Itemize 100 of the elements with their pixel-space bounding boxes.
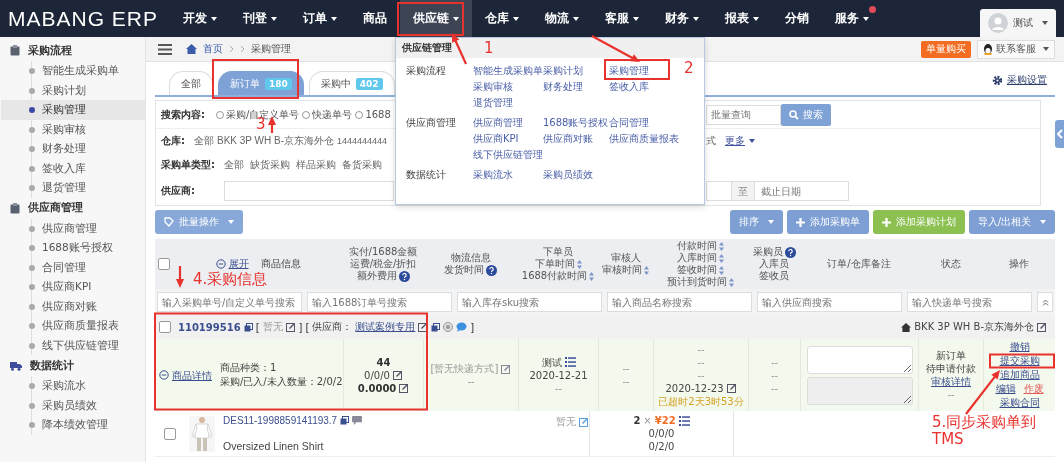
list-icon[interactable] <box>678 415 690 426</box>
checkbox[interactable] <box>159 321 171 333</box>
tab[interactable]: 采购中 402 <box>308 71 395 95</box>
column-search-field[interactable]: 输入1688订单号搜索 <box>307 292 452 312</box>
nav-item[interactable]: 开发 <box>170 0 230 37</box>
menu-link[interactable]: 财务处理 <box>543 79 583 94</box>
filter-option[interactable]: 全部 <box>224 158 244 172</box>
nav-item[interactable]: 客服 <box>592 0 652 37</box>
edit-icon[interactable] <box>418 322 429 332</box>
chat-icon[interactable] <box>352 416 363 425</box>
sidebar-group[interactable]: 供应商管理 <box>0 197 145 219</box>
chat-icon[interactable] <box>456 322 468 332</box>
filter-option[interactable]: 式 <box>706 134 716 148</box>
expand-link[interactable]: 展开 <box>215 257 249 271</box>
sort-icon[interactable] <box>729 277 734 287</box>
column-search-field[interactable]: 输入库存sku搜索 <box>457 292 602 312</box>
collapse-button[interactable] <box>1037 292 1053 312</box>
menu-link[interactable]: 签收入库 <box>609 79 649 94</box>
nav-item[interactable]: 刊登 <box>230 0 290 37</box>
sidebar-item[interactable]: 退货管理 <box>1 178 145 198</box>
sidebar-item[interactable]: 智能生成采购单 <box>1 61 145 81</box>
action-link[interactable]: 追加商品 <box>984 368 1055 382</box>
radio-option[interactable]: 快递单号 <box>302 107 353 122</box>
note-field[interactable] <box>806 376 913 405</box>
menu-link[interactable]: 供应商管理 <box>473 115 523 130</box>
checkbox[interactable] <box>158 258 170 270</box>
filter-option[interactable]: BKK 3P WH B-京东海外仓 <box>217 134 335 148</box>
checkbox[interactable] <box>164 427 176 440</box>
sidebar-item[interactable]: 1688账号授权 <box>1 238 145 258</box>
menu-link[interactable]: 退货管理 <box>473 95 513 110</box>
menu-link[interactable]: 智能生成采购单 <box>473 63 543 78</box>
menu-link[interactable]: 线下供应链管理 <box>473 147 543 162</box>
nav-item[interactable]: 服务 <box>822 0 882 37</box>
copy-icon[interactable] <box>340 416 350 425</box>
supplier-field[interactable] <box>224 181 394 201</box>
menu-link[interactable]: 采购员绩效 <box>543 167 593 182</box>
sort-icon[interactable] <box>576 259 582 269</box>
column-search-field[interactable]: 输入采购单号/自定义单号搜索 <box>157 292 302 312</box>
sidebar-item[interactable]: 供应商KPI <box>1 277 145 297</box>
filter-option[interactable]: 备货采购 <box>342 158 382 172</box>
sort-icon[interactable] <box>644 265 649 275</box>
review-details-link[interactable]: 审核详情 <box>931 375 971 388</box>
action-link[interactable]: 撤销 <box>984 340 1055 354</box>
logo[interactable]: MABANG ERP <box>0 0 170 37</box>
action-link[interactable]: 提交采购 <box>984 354 1055 368</box>
batch-search-field[interactable]: 批量查询 <box>706 104 781 125</box>
sidebar-item[interactable]: 合同管理 <box>1 257 145 277</box>
more-link[interactable]: 更多 <box>725 134 755 148</box>
sort-icon[interactable] <box>719 253 724 263</box>
support-button[interactable]: 联系客服 <box>977 39 1055 59</box>
filter-option[interactable]: 缺货采购 <box>250 158 290 172</box>
settings-link[interactable]: 采购设置 <box>992 73 1047 87</box>
filter-option[interactable]: 样品采购 <box>296 158 336 172</box>
start-date-field[interactable] <box>706 181 732 201</box>
sidebar-item[interactable]: 供应商管理 <box>1 218 145 238</box>
menu-icon[interactable] <box>158 43 172 55</box>
breadcrumb-link[interactable]: 首页 <box>203 42 223 56</box>
nav-item[interactable]: 仓库 <box>472 0 532 37</box>
edit-icon[interactable] <box>726 383 737 393</box>
copy-icon[interactable] <box>243 322 253 332</box>
menu-link[interactable]: 供应商对账 <box>543 131 593 146</box>
nav-item[interactable]: 财务 <box>652 0 712 37</box>
tab[interactable]: 全部 <box>169 71 213 95</box>
nav-item[interactable]: 商品 <box>350 0 400 37</box>
sort-icon[interactable] <box>589 271 595 281</box>
menu-link[interactable]: 合同管理 <box>609 115 649 130</box>
menu-link[interactable]: 采购审核 <box>473 79 513 94</box>
radio-option[interactable]: 1688 <box>355 109 391 120</box>
user-menu[interactable]: 测试 <box>980 9 1056 37</box>
column-search-field[interactable]: 输入快递单号搜索 <box>907 292 1032 312</box>
sidebar-group[interactable]: 数据统计 <box>0 355 145 376</box>
nav-item[interactable]: 报表 <box>712 0 772 37</box>
edit-icon[interactable] <box>399 383 410 393</box>
copy-icon[interactable] <box>431 322 441 332</box>
sku-link[interactable]: DES11-1998859141193.7 <box>223 415 338 426</box>
edit-icon[interactable] <box>1037 322 1047 332</box>
order-number-link[interactable]: 110199516 <box>178 321 241 333</box>
edit-icon[interactable] <box>392 370 403 380</box>
supplier-link[interactable]: 测试案例专用 <box>355 320 416 334</box>
sidebar-item[interactable]: 采购计划 <box>1 80 145 100</box>
menu-link[interactable]: 采购计划 <box>543 63 583 78</box>
sidebar-item[interactable]: 降本绩效管理 <box>1 415 145 435</box>
filter-option[interactable]: 全部 <box>194 134 214 148</box>
collapse-handle[interactable] <box>1055 120 1064 148</box>
sidebar-item[interactable]: 采购审核 <box>1 119 145 139</box>
column-search-field[interactable]: 输入供应商搜索 <box>757 292 902 312</box>
note-field[interactable] <box>806 345 913 374</box>
action-link[interactable]: 采购合同 <box>984 396 1055 410</box>
edit-icon[interactable] <box>501 363 512 374</box>
menu-link[interactable]: 供应商KPI <box>473 131 519 146</box>
sidebar-item[interactable]: 供应商质量报表 <box>1 316 145 336</box>
sidebar-item[interactable]: 采购员绩效 <box>1 395 145 415</box>
action-link[interactable]: 编辑 <box>995 382 1016 396</box>
sidebar-group[interactable]: 采购流程 <box>0 40 145 61</box>
sort-icon[interactable] <box>719 265 724 275</box>
nav-item[interactable]: 物流 <box>532 0 592 37</box>
menu-link[interactable]: 采购管理 <box>609 63 649 78</box>
sort-icon[interactable] <box>719 241 724 251</box>
action-link[interactable]: 作废 <box>1023 382 1044 396</box>
product-details-link[interactable]: 商品详情 <box>159 368 212 382</box>
